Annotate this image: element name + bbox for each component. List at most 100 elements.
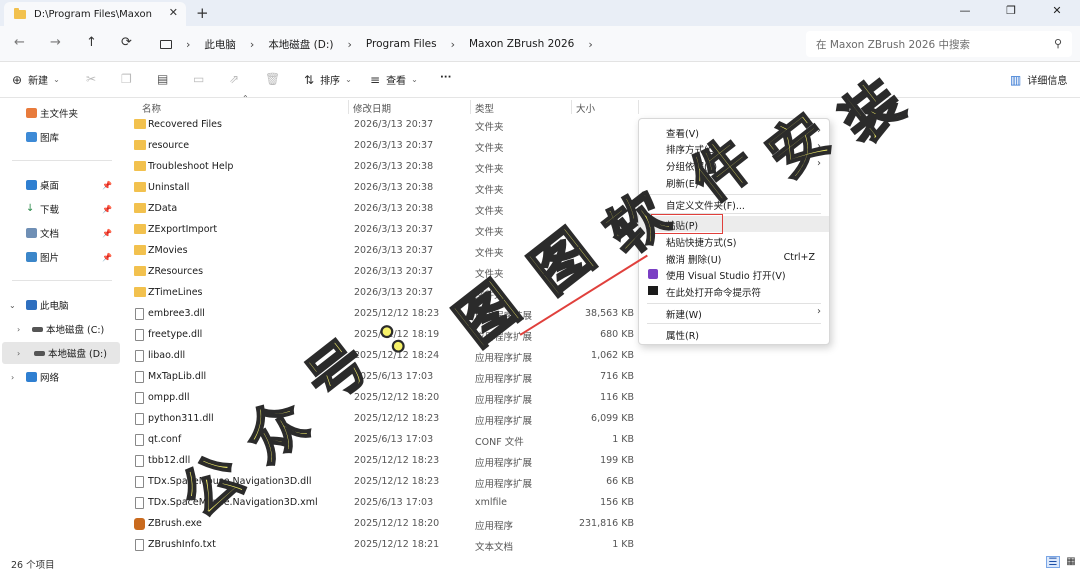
menu-item-label: 查看(V) (666, 129, 699, 140)
new-tab-button[interactable]: + (196, 4, 209, 22)
file-name: embree3.dll (148, 308, 205, 319)
sidebar-item-drive-d[interactable]: › 本地磁盘 (D:) (2, 342, 120, 364)
file-row[interactable]: Uninstall 2026/3/13 20:38 文件夹 (130, 178, 642, 199)
new-button[interactable]: ⊕ 新建 ⌄ (12, 72, 60, 88)
menu-item-view[interactable]: 查看(V) › (639, 124, 829, 140)
visual-studio-icon (648, 269, 658, 279)
rename-icon[interactable]: ▭ (193, 72, 204, 86)
document-icon (26, 228, 37, 238)
menu-item-group[interactable]: 分组依据(P) › (639, 157, 829, 173)
breadcrumb-program-files[interactable]: Program Files (366, 38, 437, 50)
file-row[interactable]: Recovered Files 2026/3/13 20:37 文件夹 (130, 115, 642, 136)
menu-item-properties[interactable]: 属性(R) (639, 326, 829, 342)
sidebar-item-drive-c[interactable]: › 本地磁盘 (C:) (0, 318, 118, 340)
more-options-button[interactable]: ··· (440, 72, 451, 83)
chevron-right-icon[interactable]: › (11, 373, 14, 382)
file-row[interactable]: ZBrush.exe 2025/12/12 18:20 应用程序 231,816 KB (130, 514, 642, 535)
file-row[interactable]: Troubleshoot Help 2026/3/13 20:38 文件夹 (130, 157, 642, 178)
menu-item-refresh[interactable]: 刷新(E) (639, 174, 829, 190)
chevron-right-icon[interactable]: › (17, 325, 20, 334)
pin-icon[interactable]: 📌 (102, 205, 112, 214)
cut-icon[interactable]: ✂ (86, 72, 96, 86)
file-name: ZData (148, 203, 178, 214)
column-header-date[interactable]: 修改日期 (353, 101, 391, 115)
search-input[interactable]: 在 Maxon ZBrush 2026 中搜索 ⚲ (806, 31, 1072, 57)
sidebar-item-documents[interactable]: 文档 📌 (0, 222, 118, 244)
menu-item-open-visual-studio[interactable]: 使用 Visual Studio 打开(V) (639, 266, 829, 282)
chevron-down-icon[interactable]: ⌄ (9, 301, 16, 310)
menu-item-customize[interactable]: 自定义文件夹(F)... (639, 196, 829, 212)
forward-button[interactable]: → (50, 35, 61, 50)
maximize-button[interactable]: ❐ (988, 0, 1034, 26)
sidebar-item-pictures[interactable]: 图片 📌 (0, 246, 118, 268)
refresh-button[interactable]: ⟳ (121, 35, 132, 50)
sidebar-item-network[interactable]: › 网络 (0, 366, 118, 388)
close-window-button[interactable]: ✕ (1034, 0, 1080, 26)
file-row[interactable]: tbb12.dll 2025/12/12 18:23 应用程序扩展 199 KB (130, 451, 642, 472)
minimize-button[interactable]: — (942, 0, 988, 26)
file-type: 应用程序扩展 (475, 479, 533, 490)
breadcrumb-zbrush[interactable]: Maxon ZBrush 2026 (469, 38, 574, 50)
menu-item-sort[interactable]: 排序方式(O) › (639, 140, 829, 156)
breadcrumb-drive-d[interactable]: 本地磁盘 (D:) (268, 37, 333, 52)
pin-icon[interactable]: 📌 (102, 229, 112, 238)
file-row[interactable]: ZBrushInfo.txt 2025/12/12 18:21 文本文档 1 KB (130, 535, 642, 556)
copy-icon[interactable]: ❐ (121, 72, 132, 86)
file-row[interactable]: ZData 2026/3/13 20:38 文件夹 (130, 199, 642, 220)
file-row[interactable]: ZExportImport 2026/3/13 20:37 文件夹 (130, 220, 642, 241)
file-name: ZBrushInfo.txt (148, 539, 216, 550)
file-row[interactable]: TDx.SpaceMouse.Navigation3D.xml 2025/6/13… (130, 493, 642, 514)
delete-icon[interactable]: 🗑 (265, 72, 280, 86)
file-date: 2025/12/12 18:23 (354, 413, 440, 424)
column-header-name[interactable]: 名称 (142, 101, 161, 115)
close-tab-icon[interactable]: ✕ (169, 6, 178, 19)
details-pane-button[interactable]: ▥ 详细信息 (1010, 72, 1067, 88)
file-row[interactable]: ZMovies 2026/3/13 20:37 文件夹 (130, 241, 642, 262)
tiles-view-icon[interactable]: ▦ (1064, 556, 1078, 568)
column-header-size[interactable]: 大小 (576, 101, 595, 115)
file-row[interactable]: resource 2026/3/13 20:37 文件夹 (130, 136, 642, 157)
file-row[interactable]: ZTimeLines 2026/3/13 20:37 文件夹 (130, 283, 642, 304)
share-icon[interactable]: ⇗ (229, 72, 239, 86)
column-divider[interactable] (348, 100, 349, 114)
menu-item-undo[interactable]: 撤消 删除(U) Ctrl+Z (639, 250, 829, 266)
column-divider[interactable] (470, 100, 471, 114)
drive-icon (34, 350, 45, 356)
file-row[interactable]: libao.dll 2025/12/12 18:24 应用程序扩展 1,062 KB (130, 346, 642, 367)
breadcrumb[interactable]: › 此电脑 › 本地磁盘 (D:) › Program Files › Maxo… (152, 31, 794, 57)
sidebar-item-label: 本地磁盘 (D:) (48, 349, 107, 360)
file-row[interactable]: python311.dll 2025/12/12 18:23 应用程序扩展 6,099… (130, 409, 642, 430)
paste-icon[interactable]: ▤ (157, 72, 168, 86)
file-date: 2025/12/12 18:23 (354, 476, 440, 487)
column-divider[interactable] (638, 100, 639, 114)
sidebar-item-label: 本地磁盘 (C:) (46, 325, 105, 336)
column-header-type[interactable]: 类型 (475, 101, 494, 115)
file-type: 文件夹 (475, 290, 504, 301)
file-row[interactable]: ompp.dll 2025/12/12 18:20 应用程序扩展 116 KB (130, 388, 642, 409)
sidebar-item-home[interactable]: 主文件夹 (0, 102, 118, 124)
file-row[interactable]: qt.conf 2025/6/13 17:03 CONF 文件 1 KB (130, 430, 642, 451)
file-row[interactable]: MxTapLib.dll 2025/6/13 17:03 应用程序扩展 716 KB (130, 367, 642, 388)
back-button[interactable]: ← (14, 35, 25, 50)
sidebar-item-this-pc[interactable]: ⌄ 此电脑 (0, 294, 118, 316)
file-row[interactable]: freetype.dll 2025/12/12 18:19 应用程序扩展 680 KB (130, 325, 642, 346)
pin-icon[interactable]: 📌 (102, 253, 112, 262)
menu-item-paste-shortcut[interactable]: 粘贴快捷方式(S) (639, 233, 829, 249)
active-tab[interactable]: D:\Program Files\Maxon ZBrus ✕ (4, 2, 186, 26)
sidebar-item-gallery[interactable]: 图库 (0, 126, 118, 148)
sidebar-item-downloads[interactable]: ↓ 下载 📌 (0, 198, 118, 220)
up-button[interactable]: ↑ (86, 35, 97, 50)
menu-shortcut: Ctrl+Z (783, 252, 815, 263)
menu-item-new[interactable]: 新建(W) › (639, 305, 829, 321)
file-row[interactable]: ZResources 2026/3/13 20:37 文件夹 (130, 262, 642, 283)
sidebar-item-desktop[interactable]: 桌面 📌 (0, 174, 118, 196)
menu-item-open-cmd[interactable]: 在此处打开命令提示符 (639, 283, 829, 299)
breadcrumb-this-pc[interactable]: 此电脑 (204, 37, 236, 52)
pin-icon[interactable]: 📌 (102, 181, 112, 190)
file-row[interactable]: TDx.SpaceMouse.Navigation3D.dll 2025/12/1… (130, 472, 642, 493)
chevron-right-icon[interactable]: › (17, 349, 20, 358)
view-button[interactable]: ≡ 查看 ⌄ (370, 72, 418, 88)
sort-button[interactable]: ⇅ 排序 ⌄ (304, 72, 352, 88)
column-divider[interactable] (571, 100, 572, 114)
details-view-icon[interactable]: ☰ (1046, 556, 1060, 568)
